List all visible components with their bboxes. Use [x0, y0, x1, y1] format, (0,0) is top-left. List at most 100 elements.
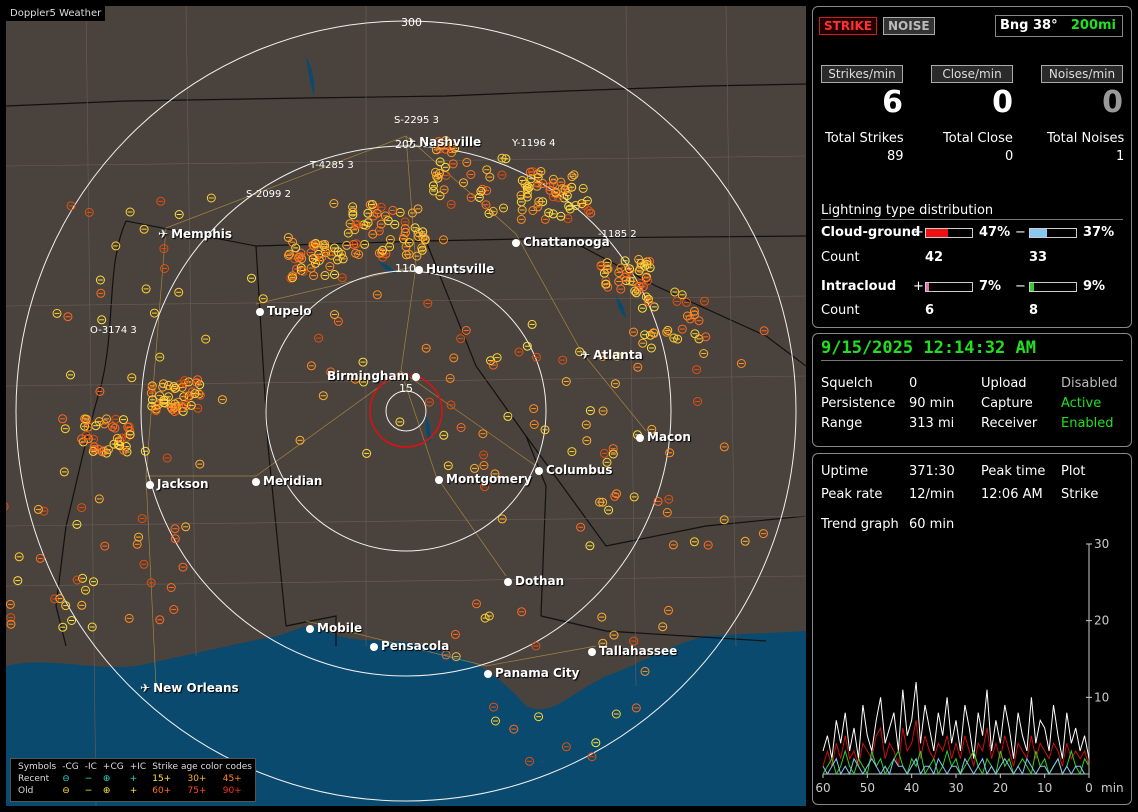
- city-dot-icon: [256, 307, 264, 316]
- city-name: Montgomery: [446, 472, 532, 486]
- strike-button[interactable]: STRIKE: [819, 17, 878, 35]
- x-tick-label: 10: [1037, 781, 1052, 795]
- city-dot-icon: [370, 642, 378, 651]
- squelch-value[interactable]: 0: [909, 376, 917, 391]
- pos-cg-recent-icon: ⊕: [102, 774, 111, 784]
- ic-count-label: Count: [821, 303, 860, 318]
- pos-cg-old-icon: ⊕: [102, 786, 111, 796]
- capture-value[interactable]: Active: [1061, 396, 1101, 411]
- legend-header: Symbols: [18, 762, 57, 772]
- cg-negative-percent: 37%: [1083, 225, 1115, 240]
- city-dot-icon: [512, 238, 520, 247]
- cg-positive-count: 42: [925, 250, 944, 265]
- cg-positive-percent: 47%: [979, 225, 1011, 240]
- x-tick-label: 30: [948, 781, 963, 795]
- legend-old-label: Old: [18, 786, 34, 796]
- range-setting-value[interactable]: 313 mi: [909, 416, 954, 431]
- storm-cluster-label: -1185 2: [598, 229, 637, 240]
- bearing-range-readout: Bng 38° 200mi: [995, 15, 1123, 37]
- storm-cluster-label: T-4285 3: [310, 160, 354, 171]
- legend-header: +CG: [102, 762, 124, 772]
- range-ring-label: 110: [395, 262, 416, 275]
- bar-fill: [926, 283, 930, 291]
- trend-series-line: [822, 749, 1090, 776]
- ic-positive-count: 6: [925, 303, 935, 318]
- upload-value[interactable]: Disabled: [1061, 376, 1117, 391]
- bar-fill: [1030, 229, 1048, 237]
- city-label: ✈ Nashville: [406, 135, 481, 149]
- map-title: Doppler5 Weather: [6, 6, 106, 21]
- lake: [306, 56, 315, 96]
- noise-button[interactable]: NOISE: [883, 17, 935, 35]
- city-name: Tallahassee: [599, 644, 678, 658]
- city-label: Pensacola: [370, 639, 449, 653]
- cg-positive-sign: +: [913, 225, 924, 240]
- plot-value[interactable]: Strike: [1061, 487, 1098, 502]
- city-dot-icon: [415, 265, 423, 274]
- trend-series-line: [822, 681, 1090, 759]
- city-label: Tupelo: [256, 304, 312, 318]
- lake: [616, 296, 626, 318]
- map-graphics: [6, 6, 806, 806]
- capture-label: Capture: [981, 396, 1033, 411]
- pos-ic-recent-icon: +: [129, 774, 138, 784]
- ic-negative-percent: 9%: [1083, 279, 1106, 294]
- cg-negative-bar: [1029, 228, 1077, 238]
- range-label: Range: [821, 416, 863, 431]
- total-strikes-label: Total Strikes: [825, 131, 904, 146]
- bar-fill: [926, 229, 948, 237]
- strikes-per-min-header[interactable]: Strikes/min: [821, 65, 903, 83]
- city-label: Meridian: [252, 474, 322, 488]
- cg-negative-count: 33: [1029, 250, 1048, 265]
- city-name: Nashville: [419, 135, 482, 149]
- noises-per-min-header[interactable]: Noises/min: [1041, 65, 1123, 83]
- cloud-ground-label: Cloud-ground: [821, 225, 921, 240]
- lightning-map[interactable]: Doppler5 Weather 300 205 110 15 ✈ Nashvil…: [6, 6, 806, 806]
- bearing-value: Bng 38°: [1000, 18, 1058, 33]
- age-code: 45+: [222, 774, 242, 784]
- receiver-value[interactable]: Enabled: [1061, 416, 1114, 431]
- ic-positive-percent: 7%: [979, 279, 1002, 294]
- storm-cluster-label: Y-1196 4: [512, 138, 556, 149]
- city-dot-icon: [252, 477, 260, 486]
- upload-label: Upload: [981, 376, 1027, 391]
- peak-rate-value: 12/min: [909, 487, 955, 502]
- divider: [821, 219, 1123, 220]
- city-name: Chattanooga: [523, 235, 610, 249]
- legend-header: -IC: [84, 762, 97, 772]
- distribution-title: Lightning type distribution: [821, 203, 994, 218]
- pos-ic-old-icon: +: [129, 786, 138, 796]
- city-name: Jackson: [157, 477, 209, 491]
- airport-icon: ✈: [158, 227, 169, 241]
- state-borders: [6, 83, 806, 647]
- trend-graph-label: Trend graph: [821, 517, 899, 532]
- city-label: ✈ Memphis: [158, 227, 232, 241]
- peak-time-value: 12:06 AM: [981, 487, 1043, 502]
- city-label: Huntsville: [415, 262, 494, 276]
- persistence-value[interactable]: 90 min: [909, 396, 954, 411]
- ic-negative-bar: [1029, 282, 1077, 292]
- total-noises-label: Total Noises: [1047, 131, 1125, 146]
- ic-positive-bar: [925, 282, 973, 292]
- settings-panel: 9/15/2025 12:14:32 AM Squelch 0 Upload D…: [812, 333, 1132, 447]
- city-name: Huntsville: [426, 262, 495, 276]
- city-label: Chattanooga: [512, 235, 610, 249]
- trend-graph-value[interactable]: 60 min: [909, 517, 954, 532]
- city-name: Tupelo: [267, 304, 312, 318]
- city-name: Macon: [647, 430, 691, 444]
- highways: [145, 135, 647, 687]
- y-tick-label: 30: [1094, 538, 1109, 551]
- city-dot-icon: [306, 624, 314, 633]
- strike-status-panel: STRIKE NOISE Bng 38° 200mi Strikes/min C…: [812, 6, 1132, 328]
- bar-fill: [1030, 283, 1035, 291]
- storm-cluster-label: O-3174 3: [90, 325, 137, 336]
- legend-recent-label: Recent: [18, 774, 50, 784]
- peak-rate-label: Peak rate: [821, 487, 883, 502]
- range-ring-label: 300: [401, 16, 422, 29]
- city-dot-icon: [636, 433, 644, 442]
- close-per-min-header[interactable]: Close/min: [931, 65, 1013, 83]
- city-name: Mobile: [317, 621, 363, 635]
- persistence-label: Persistence: [821, 396, 896, 411]
- legend-header: -CG: [62, 762, 79, 772]
- city-label: Columbus: [535, 463, 613, 477]
